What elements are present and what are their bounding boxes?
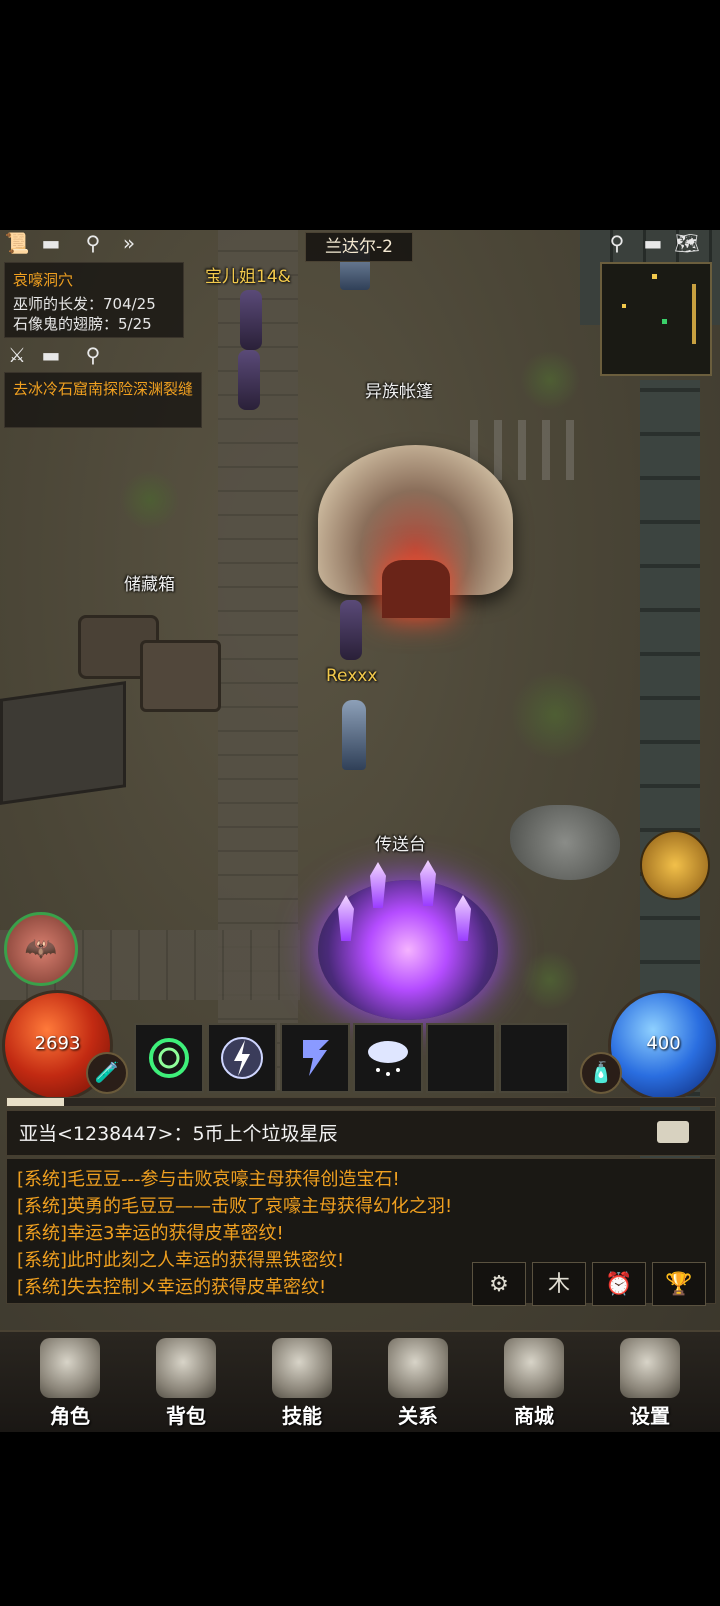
bat-icon: 🦇 bbox=[24, 934, 58, 964]
wood-button[interactable]: 木 bbox=[532, 1262, 586, 1306]
search-icon[interactable]: ⚲ bbox=[80, 342, 106, 368]
minimap-wall bbox=[692, 284, 696, 344]
player-name: Rexxx bbox=[326, 666, 378, 686]
treasure-chest-icon bbox=[504, 1338, 564, 1398]
helmet-icon bbox=[40, 1338, 100, 1398]
crossed-swords-icon[interactable]: ⚔ bbox=[4, 342, 30, 368]
bush bbox=[520, 350, 580, 410]
skill-slot-3[interactable] bbox=[280, 1023, 350, 1093]
mp-orb: 400 bbox=[608, 990, 719, 1101]
menu-character[interactable]: 角色 bbox=[12, 1332, 128, 1432]
menu-label: 技能 bbox=[282, 1404, 322, 1428]
skill-slot-2[interactable] bbox=[207, 1023, 277, 1093]
xp-bar bbox=[6, 1097, 716, 1107]
mp-value: 400 bbox=[646, 1033, 681, 1054]
quest-panel[interactable]: 哀嚎洞穴 巫师的长发：704/25 石像鬼的翅膀：5/25 bbox=[4, 262, 184, 338]
portal-label: 传送台 bbox=[375, 835, 426, 855]
clock-button[interactable]: ⏰ bbox=[592, 1262, 646, 1306]
pet-portrait[interactable]: 🦇 bbox=[4, 912, 78, 986]
enemy-character[interactable] bbox=[238, 350, 260, 410]
quest-panel-2[interactable]: 去冰冷石窟南探险深渊裂缝 bbox=[4, 372, 202, 428]
skill-slot-6[interactable] bbox=[499, 1023, 569, 1093]
storage-chest[interactable] bbox=[140, 640, 221, 712]
menu-label: 背包 bbox=[166, 1404, 206, 1428]
gear-icon bbox=[620, 1338, 680, 1398]
menu-label: 关系 bbox=[398, 1404, 438, 1428]
xp-bar-fill bbox=[7, 1098, 64, 1106]
map-icon[interactable]: 🗺 bbox=[674, 230, 700, 256]
enemy-character[interactable] bbox=[240, 290, 262, 350]
menu-skills[interactable]: 技能 bbox=[244, 1332, 360, 1432]
quest-title: 哀嚎洞穴 bbox=[13, 271, 74, 289]
menu-label: 商城 bbox=[514, 1404, 554, 1428]
storage-label: 储藏箱 bbox=[124, 575, 175, 595]
menu-settings[interactable]: 设置 bbox=[592, 1332, 708, 1432]
bush bbox=[520, 950, 580, 1010]
enemy-character[interactable] bbox=[340, 600, 362, 660]
minimap-marker bbox=[662, 319, 667, 324]
bush bbox=[120, 470, 180, 530]
player-character[interactable] bbox=[342, 700, 366, 770]
quest-item: 石像鬼的翅膀：5/25 bbox=[13, 315, 152, 333]
hp-value: 2693 bbox=[34, 1033, 81, 1054]
chat-line: [系统]失去控制メ幸运的获得皮革密纹! bbox=[17, 1277, 327, 1298]
menu-label: 角色 bbox=[50, 1404, 90, 1428]
menu-shop[interactable]: 商城 bbox=[476, 1332, 592, 1432]
skill-slot-1[interactable] bbox=[134, 1023, 204, 1093]
search-icon[interactable]: ⚲ bbox=[604, 230, 630, 256]
skill-slot-4[interactable] bbox=[353, 1023, 423, 1093]
skill-slot-5[interactable] bbox=[426, 1023, 496, 1093]
trophy-button[interactable]: 🏆 bbox=[652, 1262, 706, 1306]
lightning-skill-icon bbox=[221, 1037, 263, 1079]
chat-line: [系统]此时此刻之人幸运的获得黑铁密纹! bbox=[17, 1250, 345, 1271]
menu-relations[interactable]: 关系 bbox=[360, 1332, 476, 1432]
chat-header[interactable]: 亚当<1238447>：5币上个垃圾星辰 bbox=[6, 1110, 716, 1156]
chat-line: [系统]英勇的毛豆豆——击败了哀嚎主母获得幻化之羽! bbox=[17, 1196, 453, 1217]
chat-header-text: 亚当<1238447>：5币上个垃圾星辰 bbox=[19, 1123, 338, 1145]
bush bbox=[510, 670, 600, 760]
minimize-icon[interactable]: ▬ bbox=[640, 230, 666, 256]
chat-line: [系统]毛豆豆---参与击败哀嚎主母获得创造宝石! bbox=[17, 1169, 400, 1190]
quest-item: 巫师的长发：704/25 bbox=[13, 295, 156, 313]
settings-gear-button[interactable]: ⚙ bbox=[472, 1262, 526, 1306]
quest-next: 去冰冷石窟南探险深渊裂缝 bbox=[13, 380, 194, 398]
location-title: 兰达尔-2 bbox=[305, 232, 413, 262]
whirlwind-skill-icon bbox=[149, 1038, 189, 1078]
skill-book-icon bbox=[272, 1338, 332, 1398]
chat-line: [系统]幸运3幸运的获得皮革密纹! bbox=[17, 1223, 284, 1244]
minimize-icon[interactable]: ▬ bbox=[38, 230, 64, 256]
bottom-menu: 角色 背包 技能 关系 商城 设置 bbox=[0, 1330, 720, 1432]
hp-potion-icon[interactable]: 🧪 bbox=[86, 1052, 128, 1094]
rocks bbox=[510, 805, 620, 880]
backpack-icon bbox=[156, 1338, 216, 1398]
menu-backpack[interactable]: 背包 bbox=[128, 1332, 244, 1432]
treasure-event-icon[interactable] bbox=[640, 830, 710, 900]
search-icon[interactable]: ⚲ bbox=[80, 230, 106, 256]
fast-forward-icon[interactable]: » bbox=[116, 230, 142, 256]
wagon bbox=[0, 681, 126, 805]
minimap-marker bbox=[652, 274, 657, 279]
tent-label: 异族帐篷 bbox=[365, 382, 433, 402]
mp-potion-icon[interactable]: 🧴 bbox=[580, 1052, 622, 1094]
gauntlets-icon bbox=[388, 1338, 448, 1398]
storm-skill-icon bbox=[368, 1041, 408, 1076]
menu-label: 设置 bbox=[630, 1404, 670, 1428]
speed-skill-icon bbox=[303, 1040, 329, 1076]
chat-keyboard-icon[interactable] bbox=[657, 1121, 689, 1143]
scroll-icon[interactable]: 📜 bbox=[4, 230, 30, 256]
minimap[interactable] bbox=[600, 262, 712, 376]
player-name-top: 宝儿姐14& bbox=[205, 267, 291, 287]
tent-door[interactable] bbox=[382, 560, 450, 618]
minimize-icon[interactable]: ▬ bbox=[38, 342, 64, 368]
minimap-marker bbox=[622, 304, 626, 308]
